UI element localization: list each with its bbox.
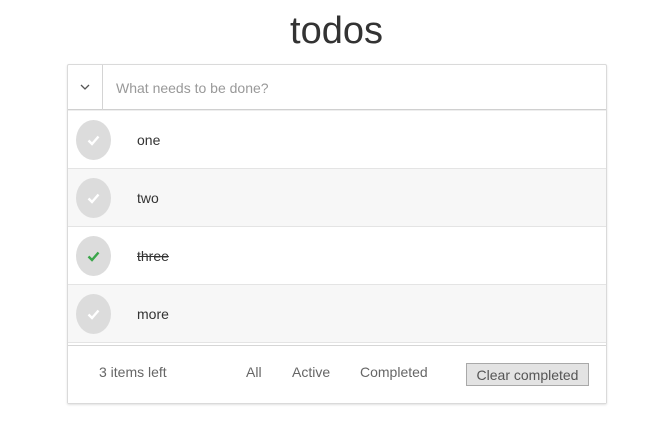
todo-label[interactable]: three [137, 227, 169, 285]
new-todo-input[interactable] [104, 65, 606, 110]
todo-item-completed: three [68, 227, 606, 285]
checkmark-icon [87, 251, 100, 262]
todo-label[interactable]: one [137, 111, 160, 169]
checkmark-icon [87, 193, 100, 204]
todo-app: one two three more [67, 64, 607, 404]
todo-toggle[interactable] [76, 178, 111, 218]
page-title: todos [290, 10, 383, 52]
todo-toggle[interactable] [76, 294, 111, 334]
chevron-down-icon [80, 84, 90, 90]
todo-item: more [68, 285, 606, 343]
new-todo-row [68, 65, 606, 110]
todo-label[interactable]: two [137, 169, 159, 227]
todo-item: one [68, 111, 606, 169]
filter-completed-link[interactable]: Completed [360, 364, 428, 380]
clear-completed-button[interactable]: Clear completed [466, 363, 589, 386]
checkmark-icon [87, 135, 100, 146]
todo-item: two [68, 169, 606, 227]
checkmark-icon [87, 309, 100, 320]
todo-footer: 3 items left All Active Completed Clear … [68, 345, 606, 403]
todo-label[interactable]: more [137, 285, 169, 343]
toggle-all-button[interactable] [68, 65, 103, 110]
items-left-count: 3 items left [99, 364, 167, 380]
todo-toggle[interactable] [76, 236, 111, 276]
todo-list: one two three more [68, 111, 606, 343]
todo-toggle[interactable] [76, 120, 111, 160]
filter-all-link[interactable]: All [246, 364, 262, 380]
filter-active-link[interactable]: Active [292, 364, 330, 380]
